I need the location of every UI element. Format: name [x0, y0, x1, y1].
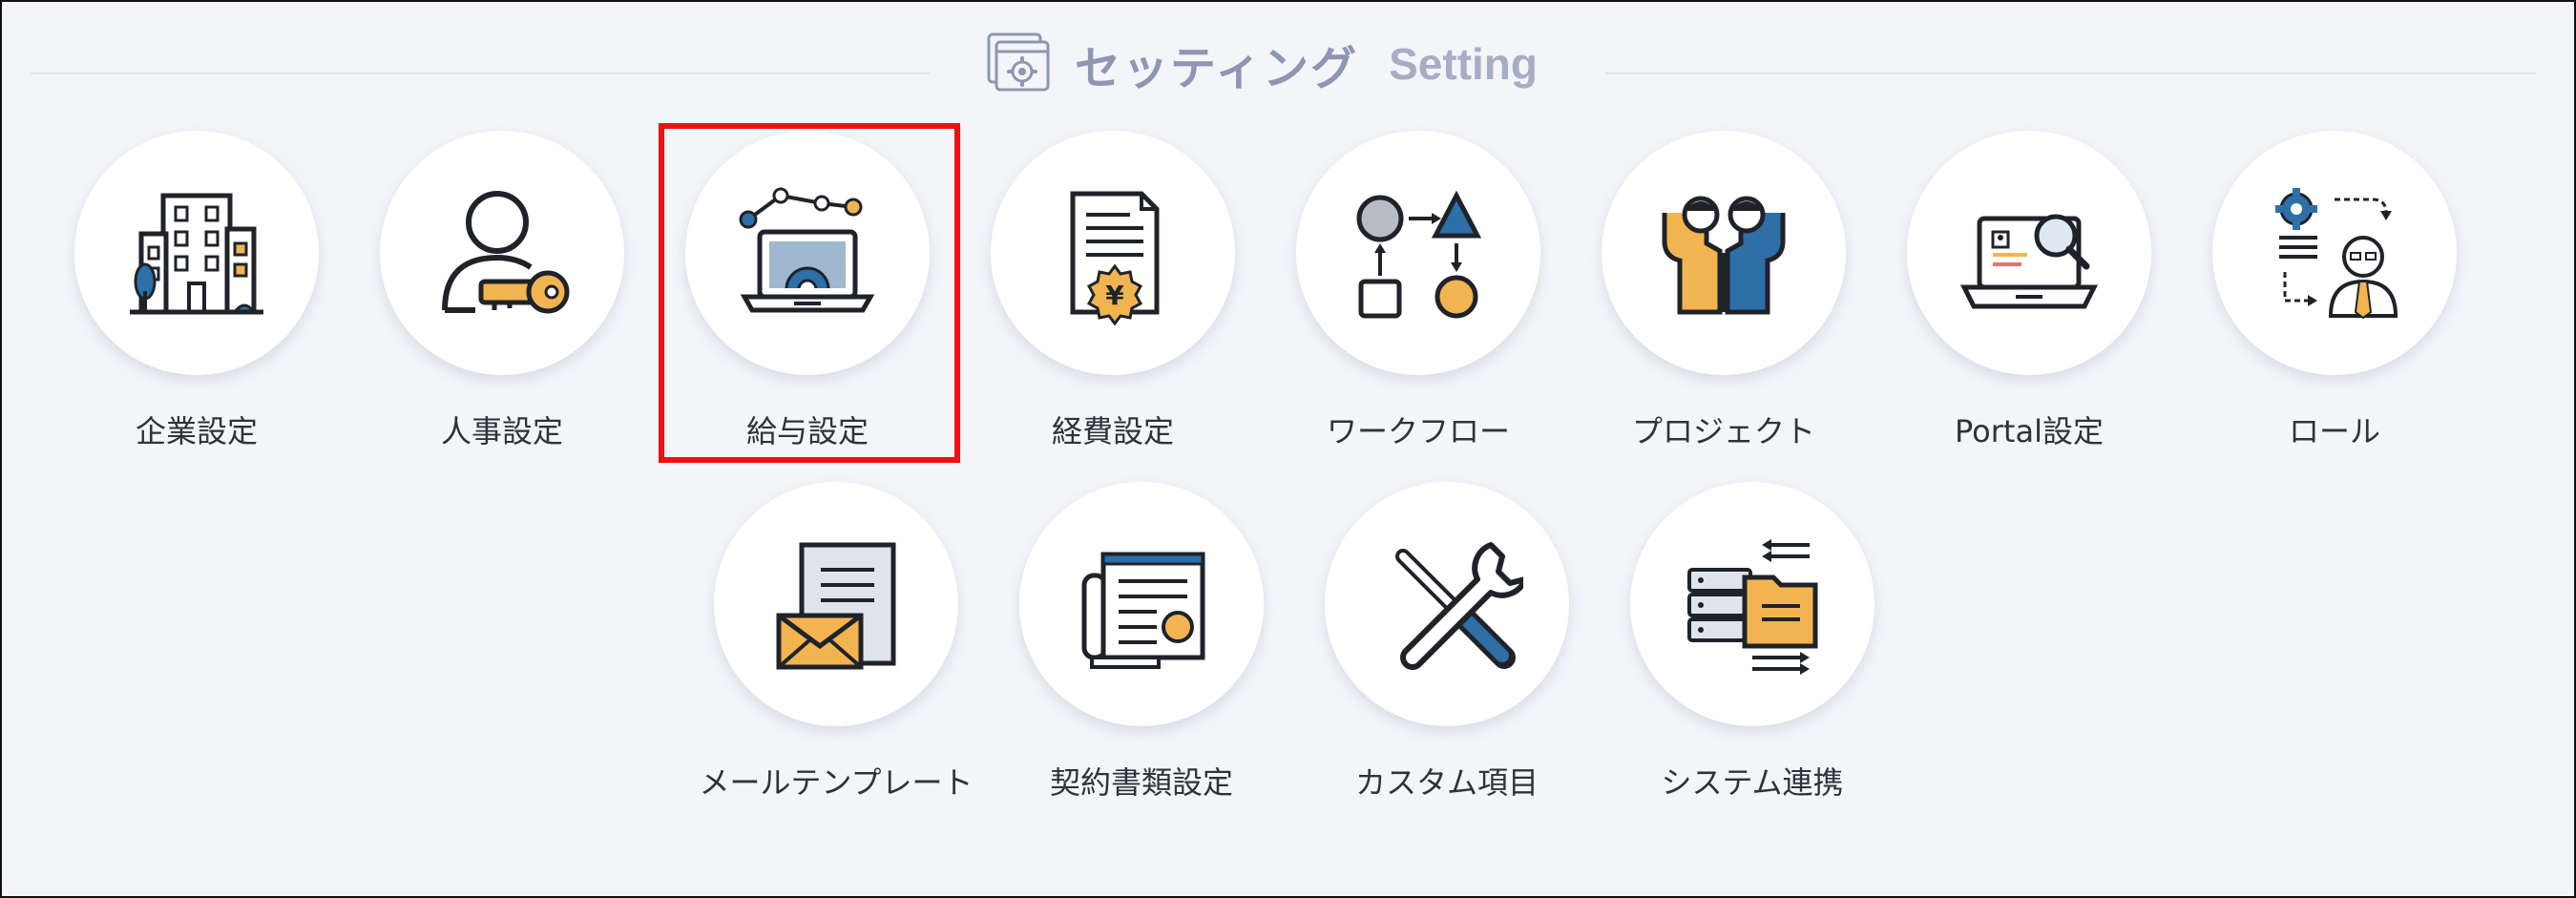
- tile-expense-settings[interactable]: ¥ 経費設定: [960, 131, 1266, 484]
- tile-company-settings[interactable]: 企業設定: [44, 131, 349, 484]
- tile-label: カスタム項目: [1354, 764, 1539, 801]
- tile-icon-circle: [1296, 131, 1540, 375]
- tile-icon-circle: [74, 131, 319, 375]
- title-english: Setting: [1389, 39, 1539, 89]
- person-key-icon: [442, 191, 570, 314]
- tile-icon-circle: [1907, 131, 2151, 375]
- tile-label: ワークフロー: [1326, 413, 1510, 449]
- mail-document-icon: [776, 542, 896, 670]
- tile-portal-settings[interactable]: Portal設定: [1876, 131, 2182, 484]
- tile-project[interactable]: プロジェクト: [1571, 131, 1876, 484]
- tile-icon-circle: [714, 482, 958, 726]
- contract-documents-icon: [1081, 552, 1205, 669]
- tile-label: 企業設定: [135, 413, 258, 449]
- tile-role[interactable]: ロール: [2182, 131, 2487, 484]
- tile-icon-circle: [2212, 131, 2457, 375]
- laptop-search-icon: [1959, 214, 2099, 309]
- wrench-screwdriver-icon: [1395, 542, 1523, 670]
- settings-panel: セッティング Setting 企業設定 人事設定 給与設定 ¥ 経費設定 ワーク…: [0, 0, 2576, 898]
- tile-label: システム連携: [1661, 764, 1844, 801]
- tile-icon-circle: [1019, 482, 1264, 726]
- page-title: セッティング Setting: [985, 31, 1538, 97]
- tile-mail-template[interactable]: メールテンプレート: [683, 482, 989, 835]
- office-building-icon: [130, 193, 263, 315]
- document-yen-icon: ¥: [1070, 191, 1160, 326]
- tile-custom-fields[interactable]: カスタム項目: [1294, 482, 1600, 835]
- tile-hr-settings[interactable]: 人事設定: [349, 131, 655, 484]
- tile-icon-circle: [1630, 482, 1874, 726]
- tile-label: 経費設定: [1051, 413, 1174, 449]
- tile-label: プロジェクト: [1631, 413, 1815, 449]
- settings-window-gear-icon: [987, 32, 1050, 92]
- workflow-shapes-icon: [1356, 190, 1482, 319]
- tile-label: ロール: [2288, 413, 2380, 449]
- tile-icon-circle: [1602, 131, 1846, 375]
- role-person-gear-icon: [2275, 188, 2398, 320]
- tile-label: Portal設定: [1955, 413, 2104, 449]
- settings-header: セッティング Setting: [2, 31, 2574, 97]
- tile-label: 契約書類設定: [1049, 764, 1233, 801]
- tile-icon-circle: [1325, 482, 1569, 726]
- team-people-icon: [1662, 196, 1786, 315]
- header-divider-right: [1605, 73, 2536, 74]
- svg-text:¥: ¥: [1105, 280, 1124, 311]
- title-japanese: セッティング: [1075, 42, 1359, 95]
- highlight-box: [659, 123, 960, 463]
- server-folder-sync-icon: [1687, 539, 1818, 675]
- tile-label: メールテンプレート: [699, 764, 974, 801]
- header-divider-left: [31, 73, 930, 74]
- tile-system-integration[interactable]: システム連携: [1600, 482, 1905, 835]
- tile-contract-documents[interactable]: 契約書類設定: [989, 482, 1294, 835]
- tile-icon-circle: ¥: [991, 131, 1235, 375]
- tile-label: 人事設定: [440, 413, 563, 449]
- tile-workflow[interactable]: ワークフロー: [1266, 131, 1571, 484]
- tile-icon-circle: [380, 131, 624, 375]
